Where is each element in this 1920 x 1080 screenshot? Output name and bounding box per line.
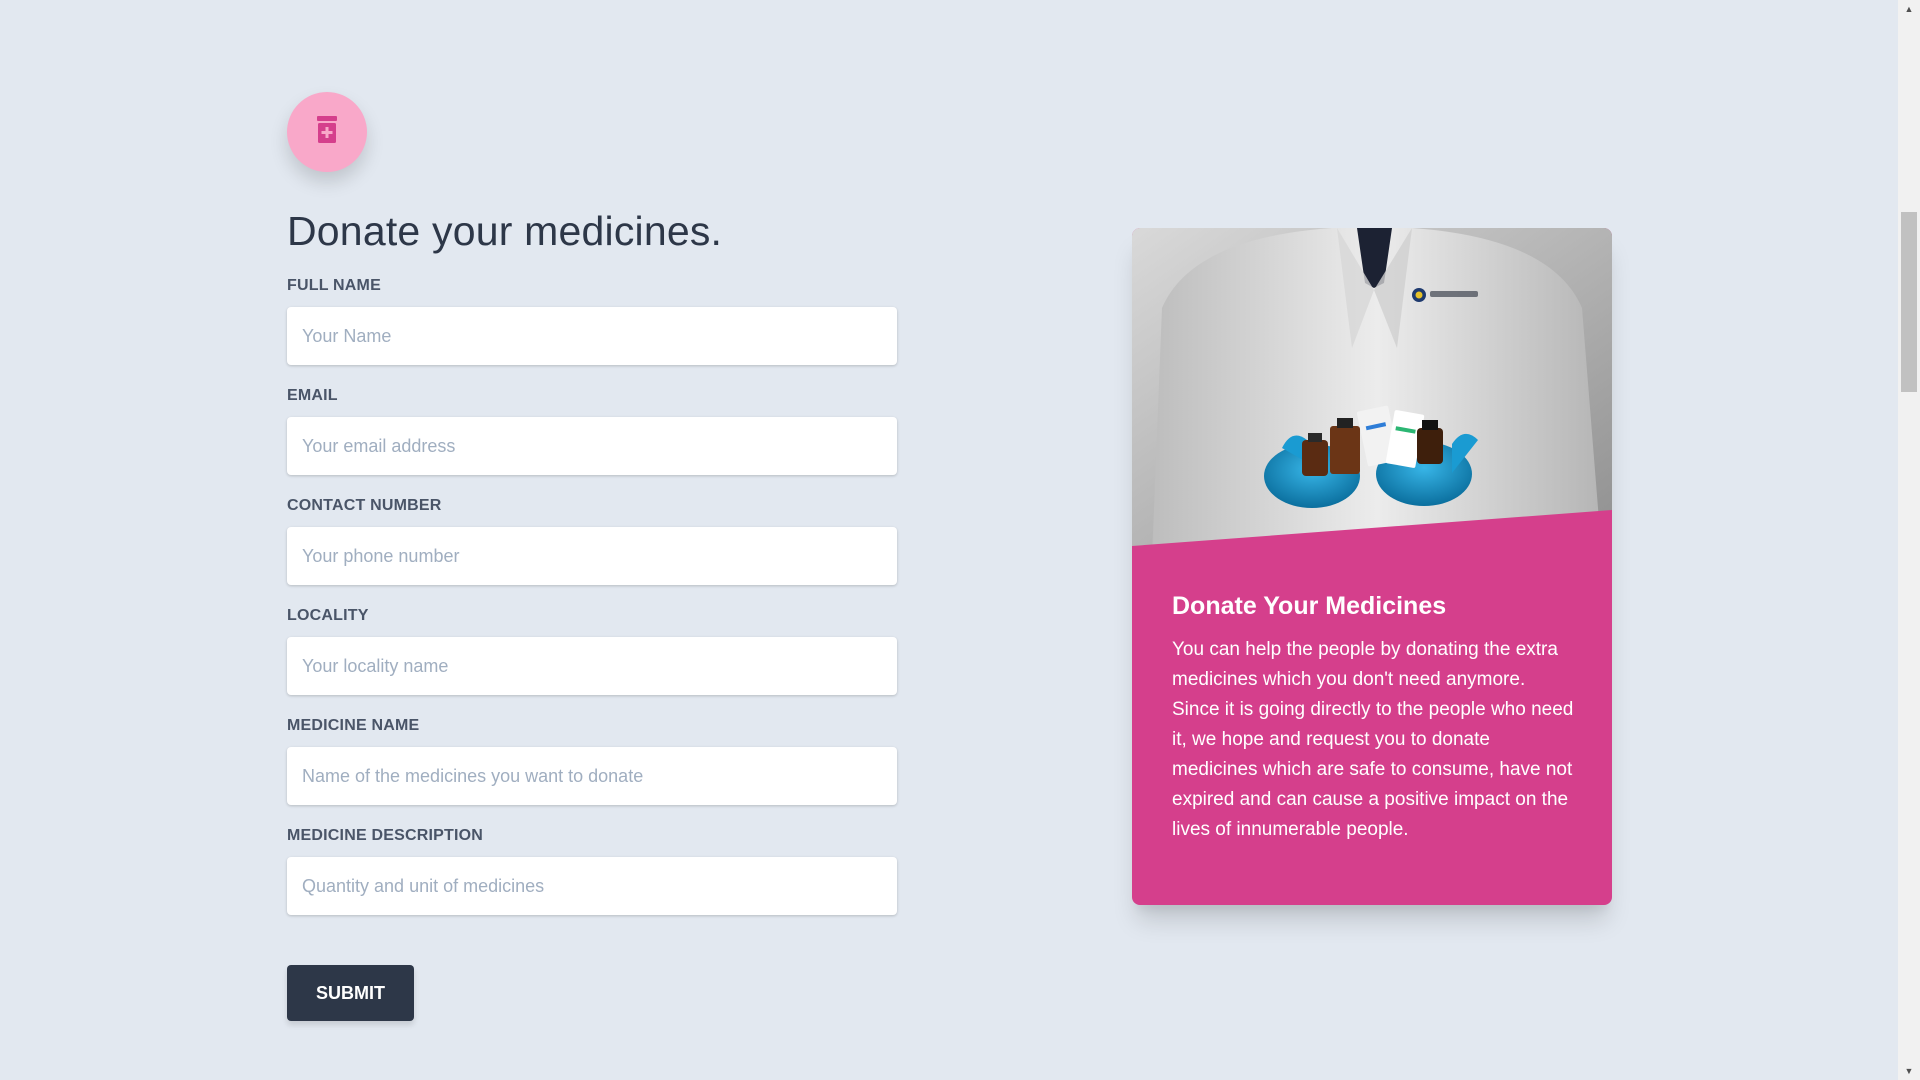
locality-input[interactable] [287,637,897,695]
medicine-name-label: MEDICINE NAME [287,717,420,734]
vertical-scrollbar[interactable]: ▲ ▼ [1898,0,1920,1080]
full-name-label: FULL NAME [287,277,381,294]
submit-button[interactable]: SUBMIT [287,965,414,1021]
medicine-description-group: MEDICINE DESCRIPTION [287,827,897,915]
email-label: EMAIL [287,387,338,404]
full-name-group: FULL NAME [287,277,897,365]
scroll-down-arrow-icon[interactable]: ▼ [1898,1062,1920,1080]
email-input[interactable] [287,417,897,475]
medicine-description-input[interactable] [287,857,897,915]
page-title: Donate your medicines. [287,208,723,254]
page: Donate your medicines. FULL NAME EMAIL C… [0,0,1920,1080]
medicine-name-input[interactable] [287,747,897,805]
info-card: Donate Your Medicines You can help the p… [1132,228,1612,905]
card-body: Donate Your Medicines You can help the p… [1172,592,1576,845]
contact-number-input[interactable] [287,527,897,585]
contact-number-label: CONTACT NUMBER [287,497,442,514]
badge [287,92,367,172]
locality-group: LOCALITY [287,607,897,695]
card-title: Donate Your Medicines [1172,592,1447,620]
scroll-up-arrow-icon[interactable]: ▲ [1898,0,1920,18]
scrollbar-thumb[interactable] [1901,212,1917,392]
locality-label: LOCALITY [287,607,369,624]
donation-form: Donate your medicines. FULL NAME EMAIL C… [287,92,897,1021]
card-photo [1132,228,1612,558]
email-group: EMAIL [287,387,897,475]
full-name-input[interactable] [287,307,897,365]
medicine-bottle-icon [316,115,338,149]
contact-number-group: CONTACT NUMBER [287,497,897,585]
medicine-description-label: MEDICINE DESCRIPTION [287,827,484,844]
medicine-name-group: MEDICINE NAME [287,717,897,805]
card-description: You can help the people by donating the … [1172,639,1574,840]
